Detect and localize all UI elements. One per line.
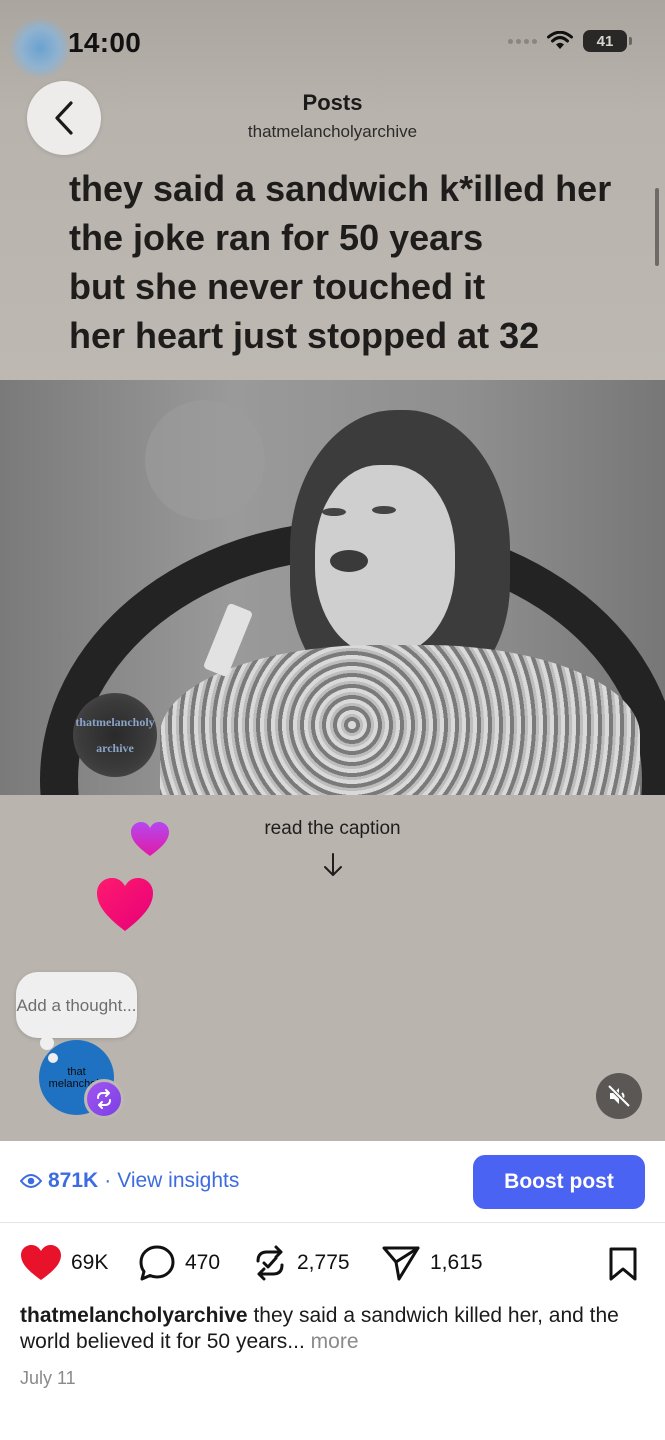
repost-icon	[97, 1089, 111, 1109]
eye-icon	[20, 1174, 42, 1188]
wifi-icon	[547, 31, 573, 49]
video-frame[interactable]: thatmelancholy archive	[0, 380, 665, 795]
thought-bubble-dot	[48, 1053, 58, 1063]
boost-post-button[interactable]: Boost post	[473, 1155, 645, 1209]
video-sequin-dress	[160, 645, 640, 795]
insights-separator: ·	[104, 1169, 112, 1192]
like-button[interactable]: 69K	[20, 1244, 108, 1282]
post-overlay-text: they said a sandwich k*illed her the jok…	[69, 164, 659, 360]
comment-bubble-icon	[139, 1245, 175, 1281]
post-caption: thatmelancholyarchive they said a sandwi…	[20, 1303, 650, 1355]
post-date: July 11	[20, 1368, 76, 1388]
cellular-signal-icon	[508, 38, 537, 44]
video-singer-eye	[322, 508, 346, 516]
caption-username[interactable]: thatmelancholyarchive	[20, 1304, 248, 1327]
mute-toggle-button[interactable]	[596, 1073, 642, 1119]
insights-bar: 871K · View insights Boost post	[0, 1141, 665, 1223]
heart-filled-icon	[21, 1245, 61, 1280]
floating-heart-icon	[131, 822, 169, 856]
video-singer-mouth	[330, 550, 368, 572]
page-subtitle-username[interactable]: thatmelancholyarchive	[0, 122, 665, 142]
add-thought-bubble[interactable]: Add a thought...	[16, 972, 137, 1038]
share-count: 1,615	[430, 1251, 483, 1274]
comment-count: 470	[185, 1251, 221, 1274]
battery-icon: 41	[583, 30, 632, 52]
overlay-line: the joke ran for 50 years	[69, 217, 484, 258]
avatar-line1: that	[67, 1065, 86, 1078]
view-insights-link[interactable]: 871K · View insights	[20, 1169, 239, 1193]
video-background-disc	[145, 400, 265, 520]
scrollbar[interactable]	[655, 188, 659, 266]
page-title: Posts	[302, 90, 363, 115]
watermark-line1: thatmelancholy	[75, 714, 155, 729]
floating-heart-icon	[97, 878, 153, 931]
watermark-line2: archive	[96, 740, 134, 755]
status-blur-decoration	[10, 18, 70, 78]
bookmark-icon[interactable]	[607, 1246, 639, 1282]
status-indicators: 41	[508, 30, 632, 52]
view-insights-label: View insights	[117, 1169, 240, 1192]
caption-more-link[interactable]: more	[311, 1330, 359, 1353]
video-singer-eye	[372, 506, 396, 514]
post-media[interactable]: 14:00 41 Posts thatmelancholy archive the…	[0, 0, 665, 1141]
overlay-line: but she never touched it	[69, 266, 486, 307]
send-paper-plane-icon	[382, 1246, 420, 1281]
read-caption-hint: read the caption	[264, 818, 401, 839]
overlay-line: they said a sandwich k*illed her	[69, 168, 612, 209]
like-count: 69K	[71, 1251, 109, 1274]
add-thought-label: Add a thought...	[16, 995, 137, 1015]
share-button[interactable]: 1,615	[381, 1244, 483, 1282]
speaker-muted-icon	[607, 1084, 631, 1108]
arrow-down-icon	[324, 853, 342, 876]
status-time: 14:00	[68, 27, 142, 58]
overlay-line: her heart just stopped at 32	[69, 315, 540, 356]
comment-button[interactable]: 470	[138, 1244, 220, 1282]
battery-level: 41	[596, 32, 614, 50]
repost-button[interactable]: 2,775	[252, 1244, 350, 1282]
watermark-logo: thatmelancholy archive	[73, 693, 157, 777]
repost-icon	[256, 1245, 284, 1281]
view-count: 871K	[48, 1169, 99, 1192]
repost-badge	[84, 1079, 124, 1119]
post-actions: 69K 470 2,775 1,615	[0, 1224, 665, 1304]
repost-count: 2,775	[297, 1251, 350, 1274]
